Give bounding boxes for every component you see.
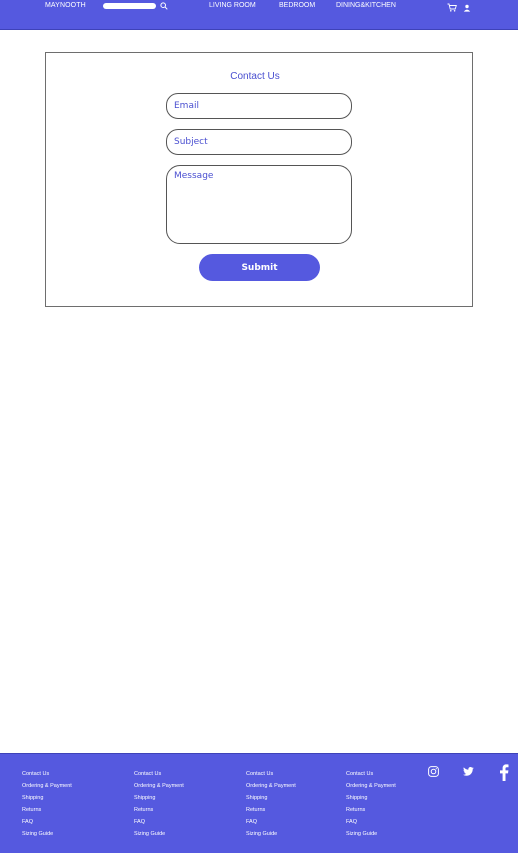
top-nav-bar: MAYNOOTH LIVING ROOM BEDROOM DINING&KITC… [0,0,518,30]
page: MAYNOOTH LIVING ROOM BEDROOM DINING&KITC… [0,0,518,853]
footer-link-ordering-payment[interactable]: Ordering & Payment [246,780,296,792]
contact-title: Contact Us [230,71,280,82]
footer-column: Contact Us Ordering & Payment Shipping R… [22,768,72,840]
footer-link-ordering-payment[interactable]: Ordering & Payment [134,780,184,792]
nav-living-room[interactable]: LIVING ROOM [209,2,256,9]
footer-link-returns[interactable]: Returns [246,804,296,816]
cart-icon[interactable] [447,3,457,12]
subject-field[interactable] [166,129,352,155]
footer-link-sizing-guide[interactable]: Sizing Guide [134,828,184,840]
footer-column: Contact Us Ordering & Payment Shipping R… [346,768,396,840]
nav-bedroom[interactable]: BEDROOM [279,2,315,9]
twitter-icon[interactable] [463,767,474,776]
footer-link-returns[interactable]: Returns [134,804,184,816]
footer-link-returns[interactable]: Returns [346,804,396,816]
footer-link-faq[interactable]: FAQ [134,816,184,828]
footer-link-faq[interactable]: FAQ [346,816,396,828]
facebook-icon[interactable] [499,764,509,781]
footer-link-contact-us[interactable]: Contact Us [346,768,396,780]
nav-dining-kitchen[interactable]: DINING&KITCHEN [336,2,396,9]
footer-link-faq[interactable]: FAQ [246,816,296,828]
footer-link-shipping[interactable]: Shipping [134,792,184,804]
footer-link-contact-us[interactable]: Contact Us [134,768,184,780]
footer-link-shipping[interactable]: Shipping [346,792,396,804]
brand-logo[interactable]: MAYNOOTH [45,2,86,9]
submit-button[interactable]: Submit [199,254,320,281]
footer-link-contact-us[interactable]: Contact Us [246,768,296,780]
footer-link-shipping[interactable]: Shipping [22,792,72,804]
search-icon[interactable] [160,2,168,10]
footer-link-returns[interactable]: Returns [22,804,72,816]
footer-link-sizing-guide[interactable]: Sizing Guide [246,828,296,840]
footer: Contact Us Ordering & Payment Shipping R… [0,753,518,853]
footer-link-shipping[interactable]: Shipping [246,792,296,804]
footer-link-sizing-guide[interactable]: Sizing Guide [346,828,396,840]
footer-column: Contact Us Ordering & Payment Shipping R… [134,768,184,840]
user-icon[interactable] [463,4,471,12]
contact-form-card: Contact Us Submit [45,52,473,307]
search-input[interactable] [103,3,156,9]
email-field[interactable] [166,93,352,119]
footer-link-ordering-payment[interactable]: Ordering & Payment [22,780,72,792]
message-field[interactable] [166,165,352,244]
footer-link-contact-us[interactable]: Contact Us [22,768,72,780]
footer-link-faq[interactable]: FAQ [22,816,72,828]
footer-column: Contact Us Ordering & Payment Shipping R… [246,768,296,840]
footer-link-sizing-guide[interactable]: Sizing Guide [22,828,72,840]
instagram-icon[interactable] [428,766,439,777]
footer-link-ordering-payment[interactable]: Ordering & Payment [346,780,396,792]
